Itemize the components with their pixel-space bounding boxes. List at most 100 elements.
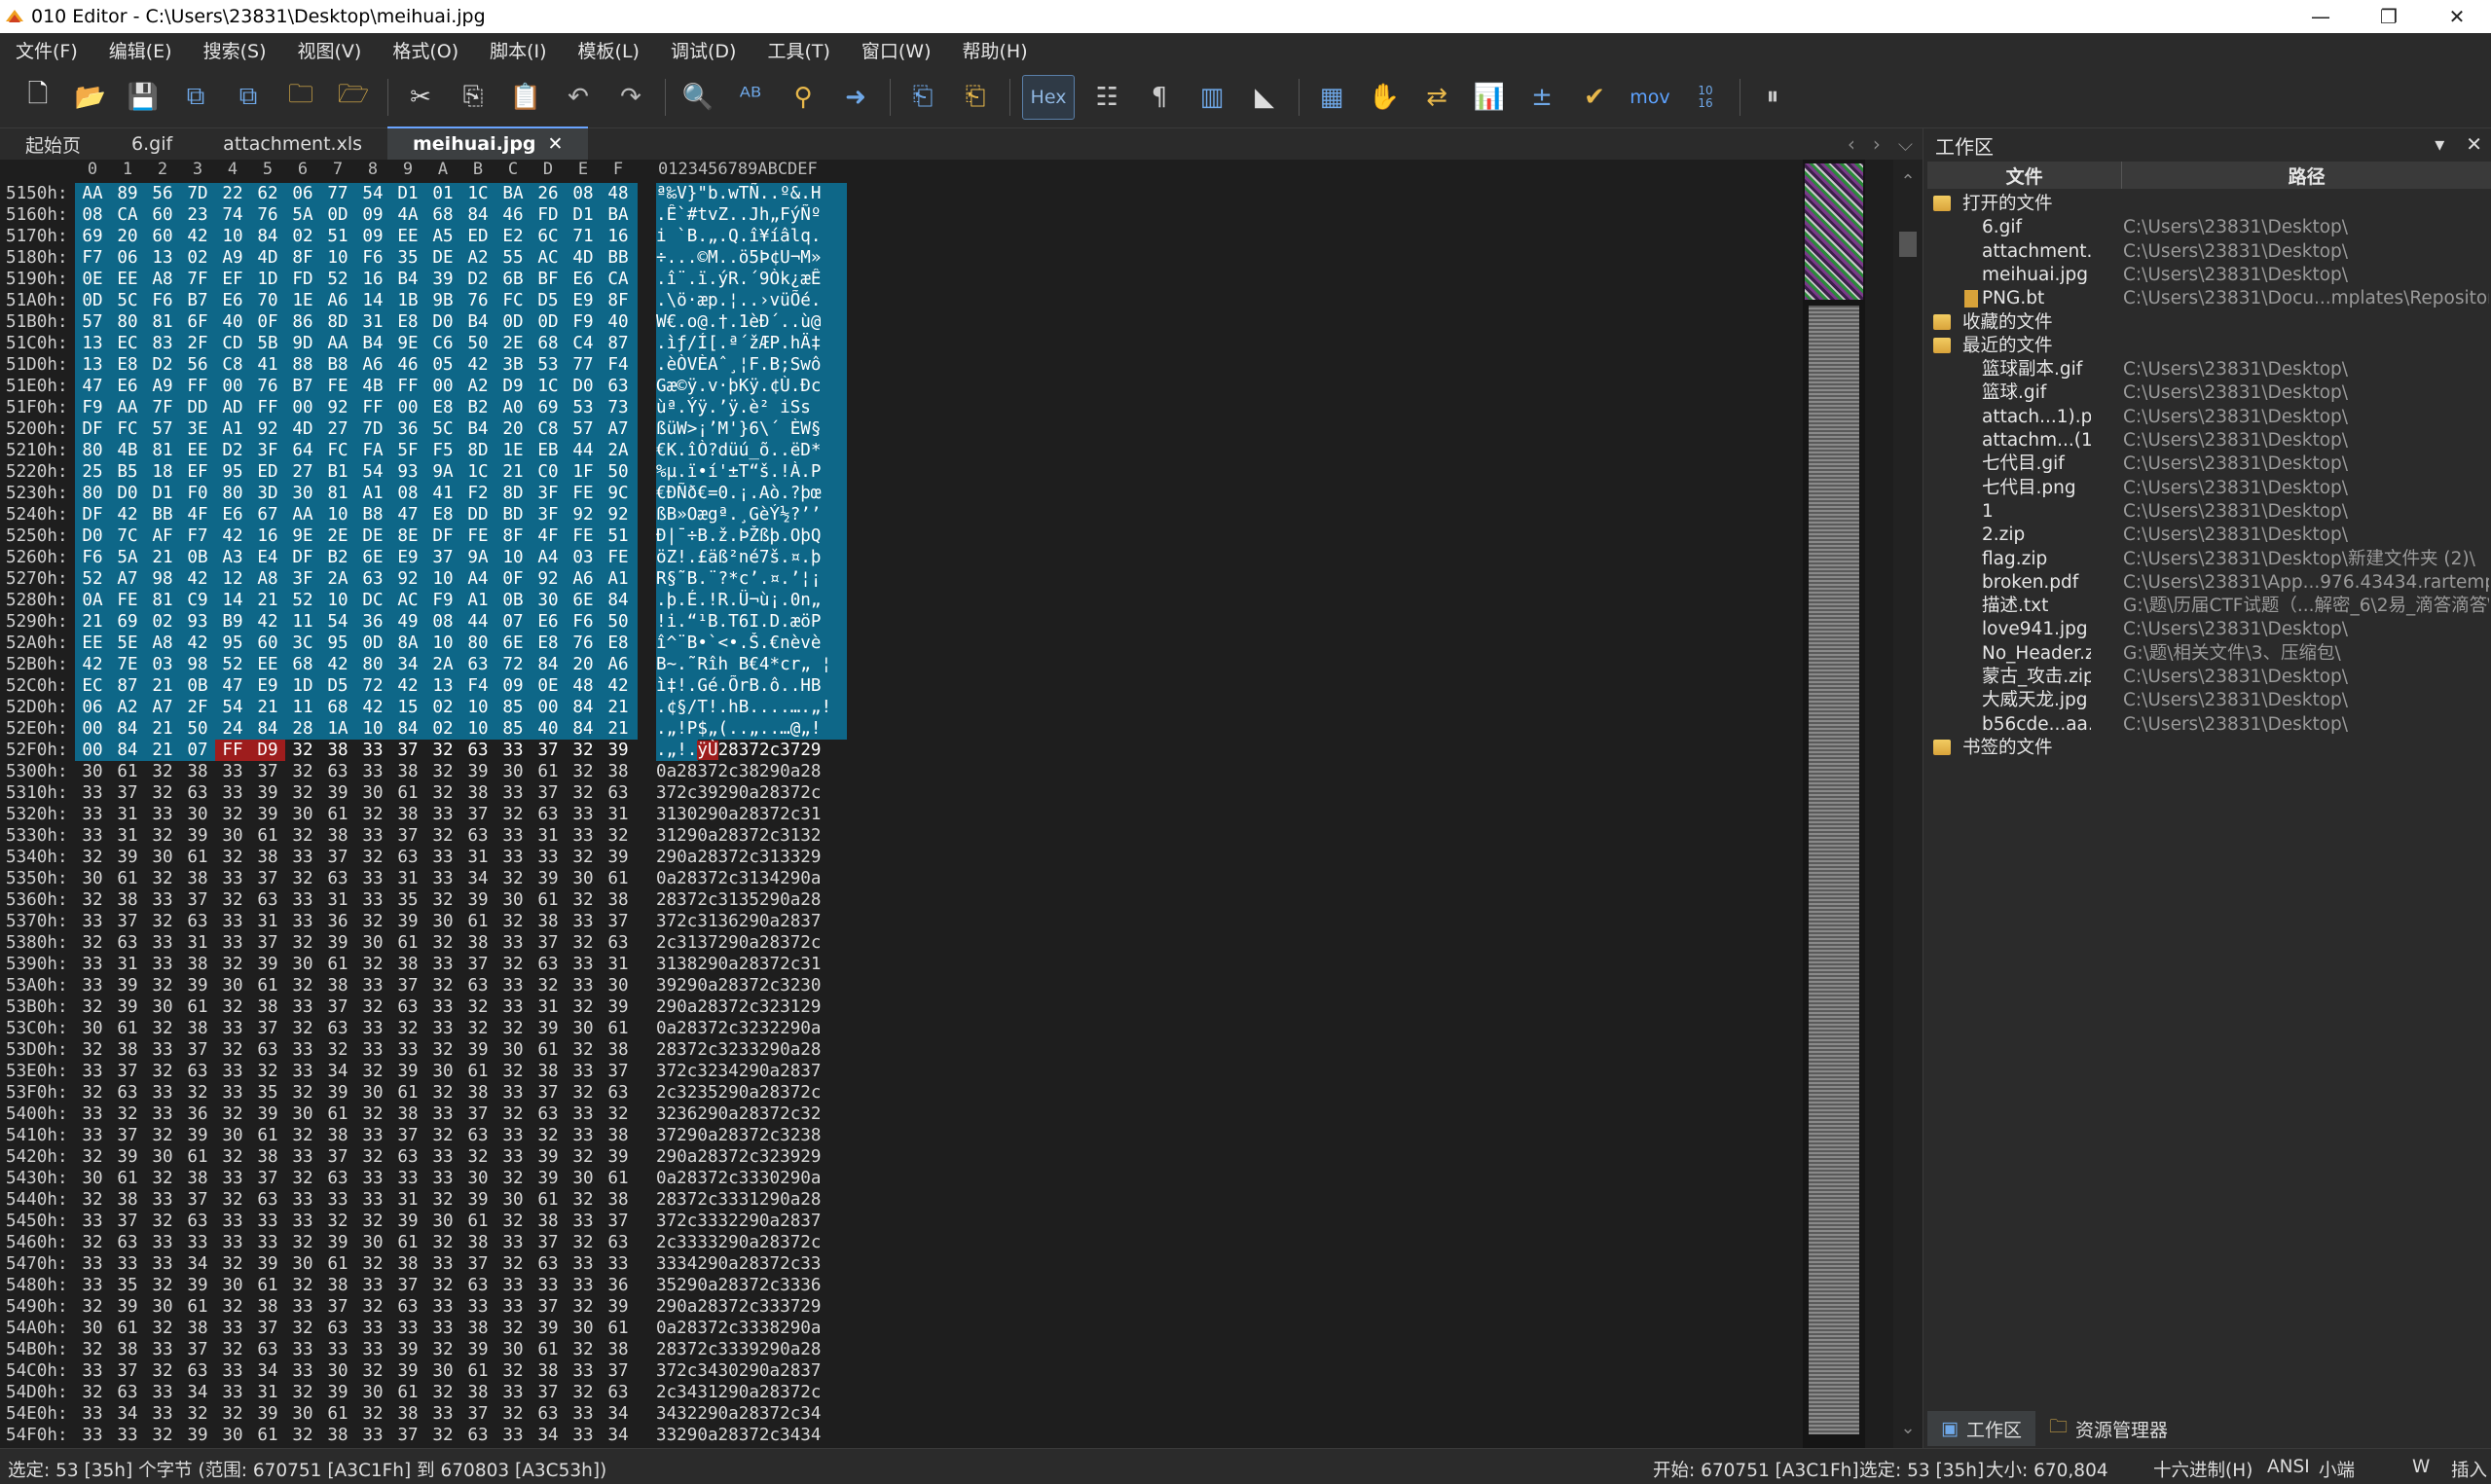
hex-byte[interactable]: 61 bbox=[390, 1082, 425, 1104]
hex-byte[interactable]: 38 bbox=[601, 889, 636, 911]
hex-byte[interactable]: 21 bbox=[75, 611, 110, 633]
ascii-text[interactable]: .„!P$„(..„..…@„! bbox=[656, 718, 847, 740]
tree-file[interactable]: love941.jpg C:\Users\23831\Desktop\ bbox=[1923, 618, 2491, 641]
hex-bytes[interactable]: 33 37 32 63 33 39 32 39 30 61 32 38 33 37 32 63 bbox=[75, 782, 638, 804]
ascii-text[interactable]: 2c3333290a28372c bbox=[656, 1232, 847, 1253]
hex-byte[interactable]: 6E bbox=[355, 547, 390, 568]
hex-byte[interactable]: FF bbox=[355, 397, 390, 418]
hex-byte[interactable]: 32 bbox=[75, 889, 110, 911]
hex-byte[interactable]: FF bbox=[180, 376, 215, 397]
hex-byte[interactable]: 32 bbox=[215, 1253, 250, 1275]
hex-byte[interactable]: 30 bbox=[75, 1018, 110, 1039]
hex-byte[interactable]: D1 bbox=[145, 483, 180, 504]
hex-byte[interactable]: 37 bbox=[460, 1253, 495, 1275]
hex-byte[interactable]: 84 bbox=[250, 226, 285, 247]
hex-row[interactable]: 5190h: 0E EE A8 7F EF 1D FD 52 16 B4 39 D2 6B BF E6 CA .î… bbox=[0, 269, 857, 290]
hex-byte[interactable]: 32 bbox=[495, 1104, 531, 1125]
hex-byte[interactable]: 33 bbox=[355, 1318, 390, 1339]
hex-byte[interactable]: 39 bbox=[390, 1211, 425, 1232]
hex-byte[interactable]: 32 bbox=[566, 1146, 601, 1168]
hex-byte[interactable]: 33 bbox=[75, 1125, 110, 1146]
hex-byte[interactable]: 34 bbox=[250, 1360, 285, 1382]
hex-byte[interactable]: D0 bbox=[425, 311, 460, 333]
hex-byte[interactable]: 32 bbox=[180, 1403, 215, 1425]
hex-byte[interactable]: 5F bbox=[390, 440, 425, 461]
hex-byte[interactable]: 61 bbox=[601, 1168, 636, 1189]
hex-byte[interactable]: 23 bbox=[180, 204, 215, 226]
hex-byte[interactable]: 32 bbox=[566, 1339, 601, 1360]
hex-byte[interactable]: 37 bbox=[531, 782, 566, 804]
hex-byte[interactable]: 1C bbox=[460, 183, 495, 204]
hex-byte[interactable]: 39 bbox=[110, 975, 145, 996]
hex-byte[interactable]: 16 bbox=[355, 269, 390, 290]
tree-file[interactable]: No_Header.zip G:\题\相关文件\3、压缩包\ bbox=[1923, 642, 2491, 666]
hex-byte[interactable]: 32 bbox=[145, 825, 180, 847]
hex-byte[interactable]: 63 bbox=[320, 761, 355, 782]
hex-byte[interactable]: 33 bbox=[355, 1018, 390, 1039]
hex-byte[interactable]: 63 bbox=[250, 1039, 285, 1061]
hex-byte[interactable]: 32 bbox=[215, 1339, 250, 1360]
tree-file[interactable]: 七代目.gif C:\Users\23831\Desktop\ bbox=[1923, 452, 2491, 476]
hex-byte[interactable]: 32 bbox=[215, 1039, 250, 1061]
hex-byte[interactable]: 61 bbox=[390, 1232, 425, 1253]
hex-byte[interactable]: 39 bbox=[250, 804, 285, 825]
hex-row[interactable]: 5330h: 33 31 32 39 30 61 32 38 33 37 32 63 33 31 33 32 31… bbox=[0, 825, 857, 847]
hex-byte[interactable]: 42 bbox=[250, 611, 285, 633]
paste-icon[interactable]: 📋 bbox=[505, 77, 546, 118]
hex-byte[interactable]: DC bbox=[355, 590, 390, 611]
hex-byte[interactable]: 21 bbox=[250, 697, 285, 718]
hex-byte[interactable]: 37 bbox=[460, 1403, 495, 1425]
hex-bytes[interactable]: EC 87 21 0B 47 E9 1D D5 72 42 13 F4 09 0E 48 42 bbox=[75, 675, 638, 697]
hex-bytes[interactable]: 32 38 33 37 32 63 33 31 33 35 32 39 30 61 32 38 bbox=[75, 889, 638, 911]
hex-byte[interactable]: 30 bbox=[601, 975, 636, 996]
hex-byte[interactable]: 14 bbox=[355, 290, 390, 311]
hex-byte[interactable]: 02 bbox=[425, 718, 460, 740]
ascii-text[interactable]: W€.o@.†.1èÐ´..ù@ bbox=[656, 311, 847, 333]
hex-bytes[interactable]: F9 AA 7F DD AD FF 00 92 FF 00 E8 B2 A0 69 53 73 bbox=[75, 397, 638, 418]
hex-byte[interactable]: 32 bbox=[215, 1403, 250, 1425]
hex-byte[interactable]: 39 bbox=[110, 1296, 145, 1318]
ascii-text[interactable]: 0a28372c3338290a bbox=[656, 1318, 847, 1339]
hex-byte[interactable]: 32 bbox=[75, 1146, 110, 1168]
hex-byte[interactable]: 33 bbox=[425, 1253, 460, 1275]
hex-row[interactable]: 5180h: F7 06 13 02 A9 4D 8F 10 F6 35 DE A2 55 AC 4D BB ÷.… bbox=[0, 247, 857, 269]
hex-byte[interactable]: 39 bbox=[531, 1168, 566, 1189]
hex-byte[interactable]: 32 bbox=[425, 1425, 460, 1446]
save-icon[interactable]: 💾 bbox=[123, 77, 164, 118]
hex-byte[interactable]: 33 bbox=[495, 975, 531, 996]
ascii-text[interactable]: 290a28372c323129 bbox=[656, 996, 847, 1018]
ascii-text[interactable]: 372c3234290a2837 bbox=[656, 1061, 847, 1082]
hex-byte[interactable]: 8A bbox=[390, 633, 425, 654]
hex-row[interactable]: 52B0h: 42 7E 03 98 52 EE 68 42 80 34 2A 63 72 84 20 A6 B~… bbox=[0, 654, 857, 675]
hex-byte[interactable]: A6 bbox=[320, 290, 355, 311]
hex-byte[interactable]: 61 bbox=[531, 889, 566, 911]
hex-byte[interactable]: 37 bbox=[425, 547, 460, 568]
tree-group[interactable]: 收藏的文件 bbox=[1923, 311, 2491, 335]
hex-byte[interactable]: 63 bbox=[180, 1061, 215, 1082]
hex-byte[interactable]: 38 bbox=[180, 1318, 215, 1339]
ascii-text[interactable]: 0a28372c3232290a bbox=[656, 1018, 847, 1039]
hex-byte[interactable]: 37 bbox=[180, 889, 215, 911]
hex-byte[interactable]: 00 bbox=[390, 397, 425, 418]
hex-byte[interactable]: 85 bbox=[495, 697, 531, 718]
tree-group[interactable]: 最近的文件 bbox=[1923, 335, 2491, 358]
hex-byte[interactable]: 47 bbox=[215, 675, 250, 697]
hex-byte[interactable]: 30 bbox=[566, 1018, 601, 1039]
hex-byte[interactable]: 6F bbox=[180, 311, 215, 333]
hex-byte[interactable]: A6 bbox=[355, 354, 390, 376]
hex-byte[interactable]: 32 bbox=[145, 1211, 180, 1232]
replace-icon[interactable]: ᴬᴮ bbox=[730, 77, 771, 118]
ascii-text[interactable]: .î¨.ï.ýR.´9Òk¿æÊ bbox=[656, 269, 847, 290]
hex-byte[interactable]: 30 bbox=[145, 847, 180, 868]
copy-icon[interactable]: ⎘ bbox=[453, 77, 494, 118]
hex-byte[interactable]: 32 bbox=[495, 1061, 531, 1082]
hex-byte[interactable]: 73 bbox=[601, 397, 636, 418]
hex-byte[interactable]: EB bbox=[531, 440, 566, 461]
hex-byte[interactable]: 4B bbox=[110, 440, 145, 461]
hex-byte[interactable]: 80 bbox=[215, 483, 250, 504]
hex-byte[interactable]: 37 bbox=[531, 1382, 566, 1403]
hex-byte[interactable]: 50 bbox=[180, 718, 215, 740]
ascii-text[interactable]: 372c3430290a2837 bbox=[656, 1360, 847, 1382]
hex-bytes[interactable]: 32 63 33 32 33 35 32 39 30 61 32 38 33 37 32 63 bbox=[75, 1082, 638, 1104]
tree-file[interactable]: 篮球.gif C:\Users\23831\Desktop\ bbox=[1923, 381, 2491, 405]
